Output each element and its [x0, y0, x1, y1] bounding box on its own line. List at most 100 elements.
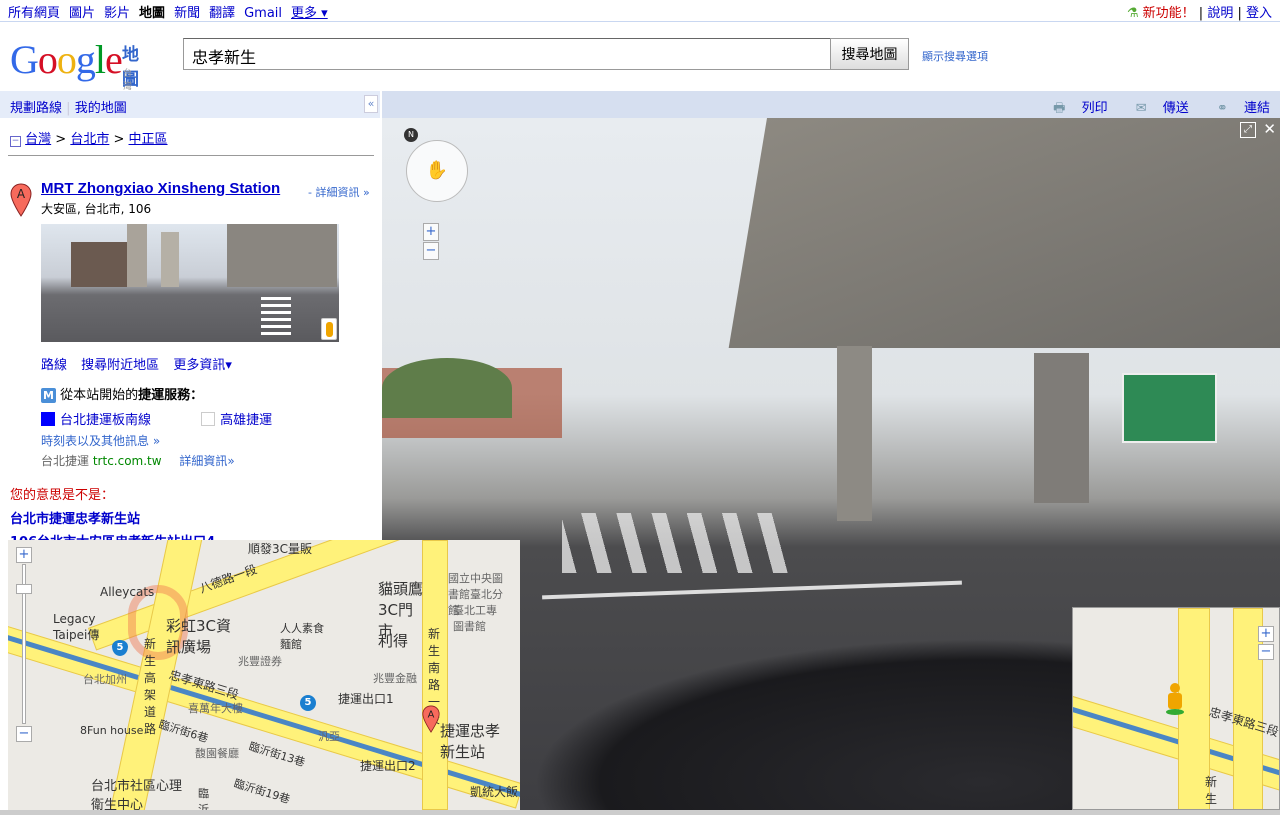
flask-icon: ⚗ [1126, 6, 1139, 21]
nav-news[interactable]: 新聞 [174, 6, 200, 21]
street-view-thumbnail[interactable] [41, 224, 339, 342]
map-label: 兆豐金融 [373, 672, 417, 685]
mrt-bold: 捷運服務： [138, 388, 204, 403]
directions-link[interactable]: 規劃路線 [10, 101, 62, 116]
result-address: 大安區, 台北市, 106 [41, 202, 152, 216]
map-label: 彩虹3C資訊廣場 [166, 617, 232, 656]
nav-videos[interactable]: 影片 [104, 6, 130, 21]
nav-gmail[interactable]: Gmail [244, 6, 282, 21]
schedule-link[interactable]: 時刻表以及其他訊息 » [41, 432, 160, 449]
line-kaohsiung[interactable]: 高雄捷運 [220, 413, 272, 428]
mrt-services-heading: M 從本站開始的捷運服務： [41, 384, 203, 403]
pan-control[interactable]: ✋ [406, 140, 468, 202]
google-bar: 所有網頁 圖片 影片 地圖 新聞 翻譯 Gmail 更多 ▾ ⚗ 新功能！ | 說明 | 登入 [0, 0, 1280, 22]
map-label: 臨沂街13巷 [247, 739, 307, 770]
close-icon[interactable]: ✕ [1263, 120, 1276, 138]
compass-icon[interactable]: N [404, 128, 418, 142]
pegman-icon[interactable] [321, 318, 337, 340]
map-label: 臺北工專圖書館 [453, 604, 497, 633]
send-label: 傳送 [1162, 101, 1189, 116]
link-link[interactable]: ⚭ 連結 [1205, 101, 1270, 116]
map-label: 8Fun house [80, 724, 144, 737]
sv-zoom-out-button[interactable]: − [423, 242, 439, 260]
breadcrumb-taipei[interactable]: 台北市 [70, 132, 109, 147]
map-label: 兆豐證券 [238, 655, 282, 668]
envelope-icon: ✉ [1135, 101, 1147, 116]
agency-url[interactable]: trtc.com.tw [93, 454, 162, 468]
horizontal-scrollbar[interactable] [0, 810, 1280, 815]
more-info-action[interactable]: 更多資訊▾ [173, 358, 232, 373]
help-link[interactable]: 說明 [1207, 6, 1233, 21]
nav-more[interactable]: 更多 ▾ [291, 6, 328, 21]
result-title-link[interactable]: MRT Zhongxiao Xinsheng Station [41, 180, 280, 197]
logo-region: 台灣 [123, 69, 133, 92]
nav-images[interactable]: 圖片 [69, 6, 95, 21]
map-label: 人人素食麵館 [280, 622, 324, 651]
marker-letter: A [17, 187, 26, 201]
breadcrumb-zhongzheng[interactable]: 中正區 [129, 132, 168, 147]
google-maps-logo[interactable]: Google 地圖 台灣 [10, 36, 139, 92]
agency-name: 台北捷運 [41, 454, 90, 468]
map-label: 台北加州 [83, 673, 127, 686]
send-link[interactable]: ✉ 傳送 [1124, 101, 1189, 116]
map-label: 台北市社區心理衛生中心 [91, 779, 183, 810]
search-nearby-action[interactable]: 搜尋附近地區 [81, 358, 159, 373]
map-label: 順發3C量販 [248, 542, 313, 556]
result-details-link[interactable]: - 詳細資訊 » [308, 184, 370, 200]
map-label: 捷運出口2 [360, 759, 416, 773]
pegman-icon[interactable] [1166, 683, 1184, 715]
chain-link-icon: ⚭ [1216, 101, 1228, 116]
metro-icon: M [41, 388, 56, 403]
nav-web[interactable]: 所有網頁 [8, 6, 60, 21]
directions-action[interactable]: 路線 [41, 358, 67, 373]
minimap-zoom-in-button[interactable]: + [1258, 626, 1274, 642]
map-label: 新生高架道路 [144, 637, 157, 736]
left-panel-toolbar: 規劃路線 | 我的地圖 « [0, 91, 380, 118]
zoom-control[interactable]: + − [16, 544, 32, 744]
agency-details-link[interactable]: 詳細資訊» [179, 454, 234, 468]
print-link[interactable]: 🖶 列印 [1041, 101, 1107, 116]
map-label: 臨沂街6巷 [157, 717, 210, 746]
fullscreen-icon[interactable]: ⤢ [1240, 122, 1256, 138]
nav-translate[interactable]: 翻譯 [209, 6, 235, 21]
line-color-swatch [201, 412, 216, 426]
search-maps-button[interactable]: 搜尋地圖 [830, 38, 909, 70]
results-panel: − 台灣 > 台北市 > 中正區 A MRT Zhongxiao Xinshen… [0, 118, 380, 540]
nav-maps[interactable]: 地圖 [139, 6, 165, 21]
link-label: 連結 [1243, 101, 1270, 116]
my-maps-link[interactable]: 我的地圖 [75, 101, 127, 116]
zoom-slider-handle[interactable] [16, 584, 32, 594]
marker-a-icon[interactable]: A [10, 183, 32, 217]
new-features-link[interactable]: 新功能！ [1143, 6, 1195, 21]
zoom-out-button[interactable]: − [16, 726, 32, 742]
hand-icon: ✋ [425, 160, 449, 181]
agency-info: 台北捷運 trtc.com.tw 詳細資訊» [41, 452, 235, 469]
map-view[interactable]: 順發3C量販 八德路一段 Alleycats Legacy Taipei傳 彩虹… [8, 540, 520, 810]
line-color-swatch [41, 412, 55, 426]
collapse-minus-icon[interactable]: − [10, 136, 21, 147]
signin-link[interactable]: 登入 [1246, 6, 1272, 21]
suggestion-link[interactable]: 台北市捷運忠孝新生站 [10, 508, 140, 527]
map-label: 馥園餐廳 [195, 747, 239, 760]
marker-a-icon[interactable]: A [422, 704, 440, 734]
street-view-minimap[interactable]: 忠孝東路三段 新生 + − [1072, 607, 1280, 810]
suggestion-link[interactable]: 106台北市大安區忠孝新生站出口4 [10, 531, 215, 540]
line-bannan[interactable]: 台北捷運板南線 [60, 413, 151, 428]
minimap-zoom-out-button[interactable]: − [1258, 644, 1274, 660]
did-you-mean-label: 您的意思是不是： [10, 488, 115, 503]
zoom-in-button[interactable]: + [16, 547, 32, 563]
map-label: 捷運出口1 [338, 692, 394, 706]
map-label: 利得 [378, 632, 409, 650]
printer-icon: 🖶 [1053, 101, 1066, 116]
collapse-panel-button[interactable]: « [364, 95, 378, 113]
header: Google 地圖 台灣 忠孝新生 搜尋地圖 顯示搜尋選項 [0, 22, 1280, 92]
map-label: Alleycats [100, 585, 155, 599]
mrt-prefix: 從本站開始的 [60, 388, 139, 403]
show-search-options-link[interactable]: 顯示搜尋選項 [922, 48, 988, 64]
map-label: 新生 [1205, 775, 1218, 806]
sv-zoom-in-button[interactable]: + [423, 223, 439, 241]
map-label: 臨沂街 [198, 787, 209, 810]
breadcrumb-taiwan[interactable]: 台灣 [25, 132, 51, 147]
print-label: 列印 [1081, 101, 1108, 116]
search-input[interactable]: 忠孝新生 [183, 38, 831, 70]
